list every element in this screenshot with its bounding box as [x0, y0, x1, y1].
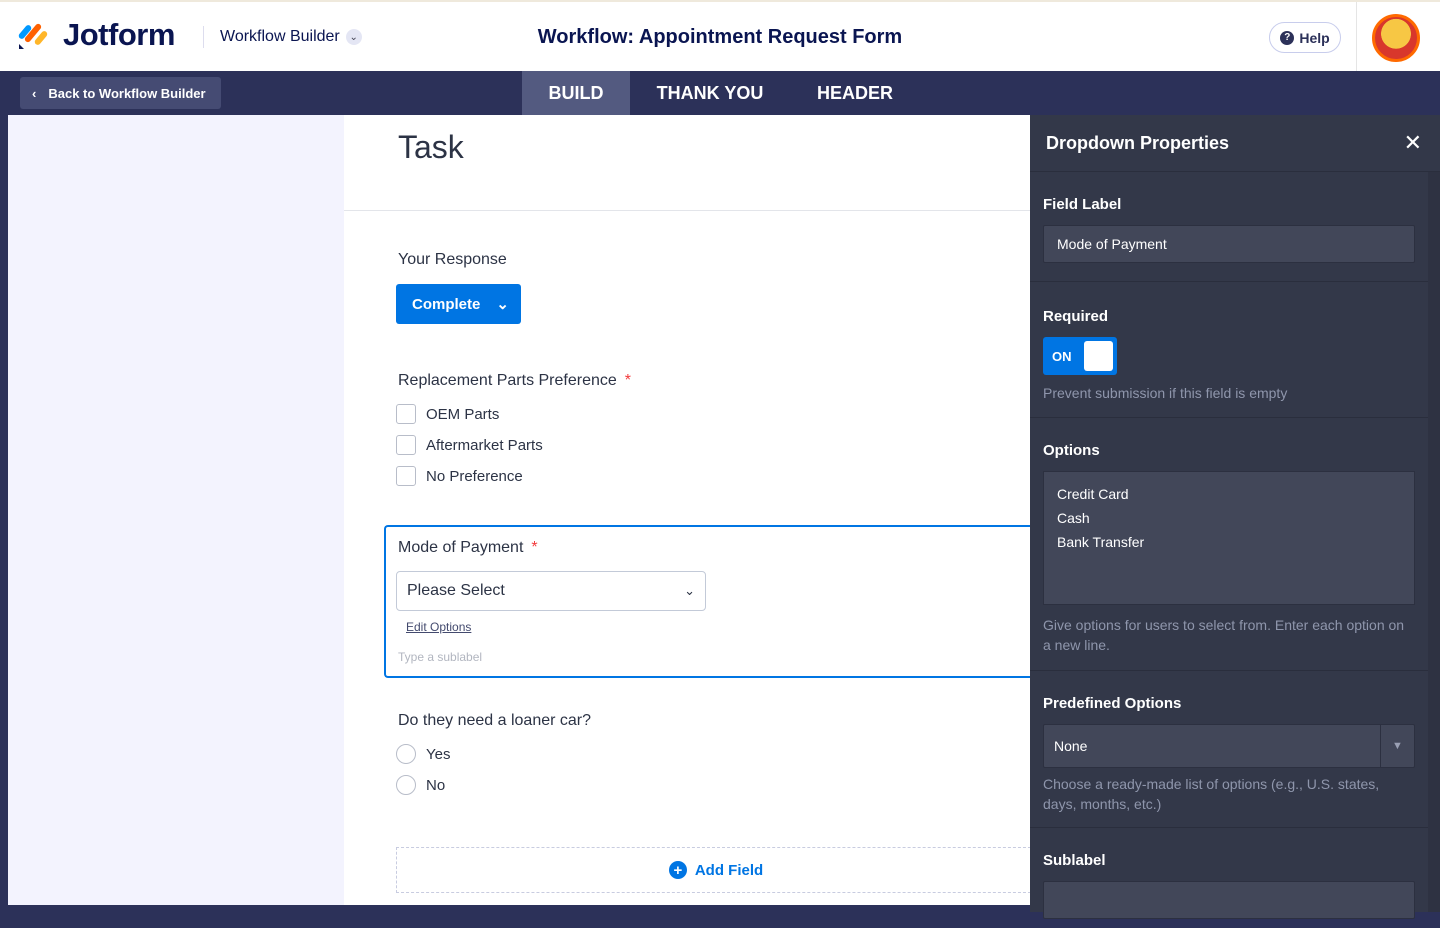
- response-label: Your Response: [398, 251, 507, 268]
- divider: [1356, 2, 1357, 73]
- chevron-down-icon: ⌄: [496, 296, 509, 313]
- edit-options-link[interactable]: Edit Options: [406, 620, 471, 634]
- panel-title: Dropdown Properties: [1046, 132, 1230, 153]
- tab-build[interactable]: BUILD: [522, 71, 630, 115]
- panel-header: Dropdown Properties ✕: [1030, 115, 1440, 172]
- help-button[interactable]: ? Help: [1269, 22, 1341, 53]
- radio[interactable]: [396, 744, 416, 764]
- close-icon[interactable]: ✕: [1404, 130, 1422, 156]
- option-line: Credit Card: [1057, 486, 1129, 502]
- parts-label: Replacement Parts Preference *: [398, 372, 632, 389]
- checkbox[interactable]: [396, 404, 416, 424]
- predefined-select[interactable]: None ▼: [1043, 724, 1415, 768]
- chevron-left-icon: ‹: [32, 85, 37, 101]
- form-card: Task Your Response Complete ⌄ Replacement…: [344, 115, 1030, 905]
- radio-yes[interactable]: Yes: [396, 744, 450, 764]
- response-value: Complete: [412, 295, 481, 313]
- section-title: Sublabel: [1043, 852, 1106, 869]
- sublabel-panel-input[interactable]: [1043, 881, 1415, 919]
- section-title: Options: [1043, 442, 1100, 459]
- required-section: Required ON Prevent submission if this f…: [1030, 282, 1428, 418]
- top-header: Jotform Workflow Builder ⌄ Workflow: Appo…: [0, 0, 1440, 73]
- options-hint: Give options for users to select from. E…: [1043, 617, 1405, 653]
- help-label: Help: [1299, 29, 1330, 46]
- checkbox-oem[interactable]: OEM Parts: [396, 404, 499, 424]
- required-toggle[interactable]: ON: [1043, 337, 1117, 375]
- form-heading: Task: [398, 129, 464, 165]
- section-title: Required: [1043, 308, 1109, 325]
- checkbox-aftermarket[interactable]: Aftermarket Parts: [396, 435, 543, 455]
- required-mark: *: [624, 372, 632, 389]
- properties-panel: Dropdown Properties ✕ Field Label Mode of…: [1030, 115, 1440, 919]
- select-value: None: [1054, 738, 1088, 754]
- option-label: No: [426, 776, 446, 794]
- required-hint: Prevent submission if this field is empt…: [1043, 385, 1288, 401]
- option-label: No Preference: [426, 467, 523, 485]
- response-dropdown-button[interactable]: Complete ⌄: [396, 284, 521, 324]
- option-line: Bank Transfer: [1057, 534, 1145, 550]
- field-label-input[interactable]: Mode of Payment: [1043, 225, 1415, 263]
- option-label: Aftermarket Parts: [426, 436, 543, 454]
- option-line: Cash: [1057, 510, 1090, 526]
- add-field-button[interactable]: + Add Field: [396, 847, 1030, 893]
- toggle-label: ON: [1052, 348, 1072, 364]
- select-placeholder: Please Select: [407, 582, 505, 599]
- option-label: OEM Parts: [426, 405, 500, 423]
- predefined-section: Predefined Options None ▼ Choose a ready-…: [1030, 671, 1428, 828]
- payment-label: Mode of Payment *: [398, 539, 538, 556]
- sublabel-section: Sublabel: [1030, 828, 1428, 928]
- options-section: Options Credit Card Cash Bank Transfer G…: [1030, 418, 1428, 671]
- tab-header[interactable]: HEADER: [800, 71, 910, 115]
- add-field-label: Add Field: [694, 861, 764, 879]
- back-button[interactable]: ‹ Back to Workflow Builder: [20, 77, 221, 109]
- plus-icon: +: [668, 861, 687, 879]
- checkbox-no-preference[interactable]: No Preference: [396, 466, 523, 486]
- radio-no[interactable]: No: [396, 775, 445, 795]
- payment-select[interactable]: Please Select ⌄: [396, 571, 706, 611]
- required-mark: *: [531, 539, 538, 556]
- radio[interactable]: [396, 775, 416, 795]
- options-textarea[interactable]: Credit Card Cash Bank Transfer: [1043, 471, 1415, 605]
- loaner-label: Do they need a loaner car?: [398, 712, 592, 729]
- tab-thank-you[interactable]: THANK YOU: [640, 71, 780, 115]
- chevron-down-icon: ⌄: [684, 583, 695, 598]
- caret-down-icon: ▼: [1380, 725, 1414, 767]
- sublabel-input[interactable]: Type a sublabel: [398, 650, 482, 664]
- back-label: Back to Workflow Builder: [48, 85, 206, 101]
- checkbox[interactable]: [396, 435, 416, 455]
- canvas-background: [8, 115, 344, 905]
- divider: [344, 210, 1030, 211]
- avatar[interactable]: [1372, 14, 1420, 62]
- builder-nav: ‹ Back to Workflow Builder BUILD THANK YO…: [0, 71, 1440, 115]
- page-title: Workflow: Appointment Request Form: [537, 26, 903, 48]
- field-label-section: Field Label Mode of Payment: [1030, 172, 1428, 282]
- predefined-hint: Choose a ready-made list of options (e.g…: [1043, 776, 1380, 812]
- toggle-knob: [1084, 341, 1113, 371]
- section-title: Predefined Options: [1043, 695, 1182, 712]
- scrollbar[interactable]: [1428, 172, 1440, 912]
- option-label: Yes: [426, 745, 451, 763]
- section-title: Field Label: [1043, 196, 1122, 213]
- question-icon: ?: [1280, 30, 1295, 45]
- checkbox[interactable]: [396, 466, 416, 486]
